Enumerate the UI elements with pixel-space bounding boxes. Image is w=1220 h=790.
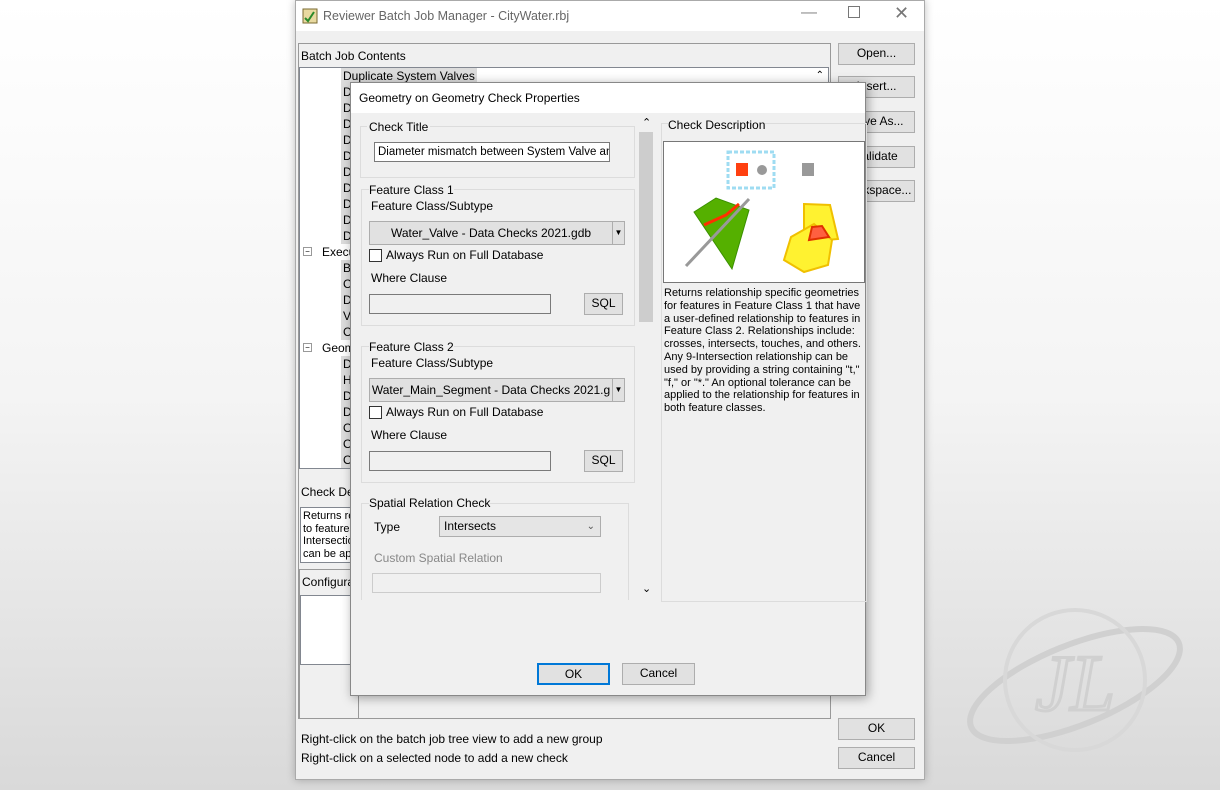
dialog-cancel-button[interactable]: Cancel [622, 663, 695, 685]
scrollbar[interactable]: ⌃ ⌄ [638, 116, 655, 601]
dialog-title: Geometry on Geometry Check Properties [359, 91, 580, 105]
check-illustration [663, 141, 865, 283]
app-icon [302, 8, 318, 24]
window-title: Reviewer Batch Job Manager - CityWater.r… [323, 9, 570, 23]
minimize-button[interactable]: — [801, 4, 817, 22]
chevron-down-icon: ⌄ [586, 521, 595, 532]
close-button[interactable]: ✕ [894, 3, 909, 24]
fc1-where-label: Where Clause [371, 271, 448, 285]
scroll-up-icon[interactable]: ⌃ [642, 116, 651, 129]
scroll-up-icon[interactable]: ⌃ [816, 70, 824, 81]
fc2-sql-button[interactable]: SQL [584, 450, 623, 472]
spatial-relation-label: Spatial Relation Check [369, 496, 491, 510]
fc2-where-input[interactable] [369, 451, 551, 471]
dialog-title-bar: Geometry on Geometry Check Properties [351, 83, 865, 113]
fc2-always-run-label: Always Run on Full Database [386, 405, 544, 419]
watermark-logo: JL [967, 608, 1183, 752]
fc2-feature-class-select[interactable]: Water_Main_Segment - Data Checks 2021.g [369, 378, 613, 402]
collapse-icon[interactable]: − [303, 343, 312, 352]
fc1-subtype-label: Feature Class/Subtype [371, 199, 494, 213]
fc1-label: Feature Class 1 [369, 183, 454, 197]
hint-add-check: Right-click on a selected node to add a … [301, 751, 568, 765]
open-button[interactable]: Open... [838, 43, 915, 65]
feature-class-1-group: Feature Class 1 Feature Class/Subtype Wa… [351, 181, 641, 331]
fc1-feature-class-select[interactable]: Water_Valve - Data Checks 2021.gdb [369, 221, 613, 245]
description-label: Check Description [668, 118, 766, 132]
svg-text:JL: JL [1035, 640, 1115, 728]
type-select[interactable]: Intersects ⌄ [439, 516, 601, 537]
maximize-button[interactable] [848, 6, 860, 18]
fc1-always-run-label: Always Run on Full Database [386, 248, 544, 262]
desc-line: Returns re [303, 510, 355, 522]
scroll-down-icon[interactable]: ⌄ [642, 582, 651, 595]
title-bar: Reviewer Batch Job Manager - CityWater.r… [296, 1, 924, 31]
check-description-label: Check De [301, 485, 354, 499]
check-title-label: Check Title [367, 120, 431, 134]
geometry-illustration-icon [684, 150, 840, 274]
check-title-input[interactable]: Diameter mismatch between System Valve a… [374, 142, 610, 162]
fc2-always-run-checkbox[interactable] [369, 406, 382, 419]
hint-add-group: Right-click on the batch job tree view t… [301, 732, 603, 746]
check-properties-dialog: Geometry on Geometry Check Properties Ch… [350, 82, 867, 696]
fc1-dropdown-icon[interactable]: ▼ [612, 221, 625, 245]
desc-line: Intersectio [303, 535, 354, 547]
fc1-always-run-checkbox[interactable] [369, 249, 382, 262]
fc2-subtype-label: Feature Class/Subtype [371, 356, 494, 370]
description-text: Returns relationship specific geometries… [664, 287, 861, 415]
type-select-value: Intersects [444, 519, 497, 533]
custom-relation-label: Custom Spatial Relation [374, 551, 503, 565]
collapse-icon[interactable]: − [303, 247, 312, 256]
scrollbar-thumb[interactable] [639, 132, 653, 322]
ok-button[interactable]: OK [838, 718, 915, 740]
fc2-dropdown-icon[interactable]: ▼ [612, 378, 625, 402]
dialog-ok-button[interactable]: OK [537, 663, 610, 685]
custom-relation-input[interactable] [372, 573, 601, 593]
desc-line: to features [303, 522, 355, 535]
feature-class-2-group: Feature Class 2 Feature Class/Subtype Wa… [351, 338, 641, 488]
fc2-label: Feature Class 2 [369, 340, 454, 354]
desc-line: can be ap [303, 547, 352, 560]
batch-job-contents-label: Batch Job Contents [301, 49, 406, 63]
cancel-button[interactable]: Cancel [838, 747, 915, 769]
fc1-sql-button[interactable]: SQL [584, 293, 623, 315]
type-label: Type [374, 520, 401, 534]
fc2-where-label: Where Clause [371, 428, 448, 442]
fc1-where-input[interactable] [369, 294, 551, 314]
